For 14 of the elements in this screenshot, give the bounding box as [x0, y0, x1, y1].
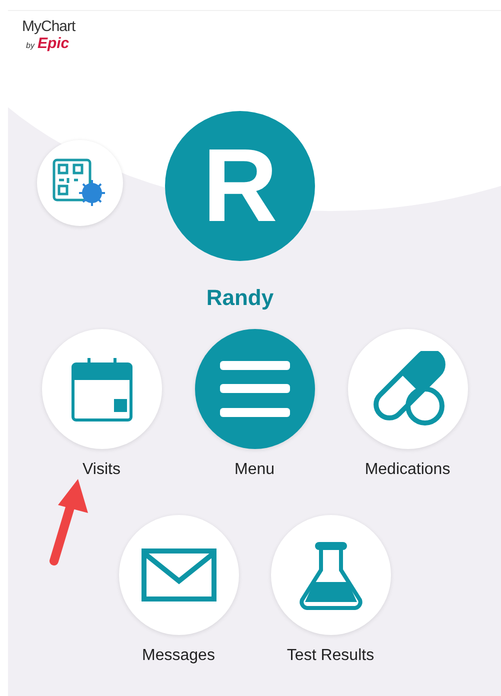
- menu-icon: [220, 359, 290, 419]
- logo-wordmark: MyChart: [22, 19, 76, 35]
- qr-code-virus-icon: [52, 158, 108, 208]
- logo-brand: Epic: [37, 35, 70, 52]
- tile-label[interactable]: Medications: [364, 461, 450, 479]
- tile-label[interactable]: Menu: [234, 461, 275, 479]
- tile-label[interactable]: Messages: [142, 647, 215, 665]
- calendar-icon: [70, 356, 132, 422]
- tile-label[interactable]: Visits: [82, 461, 120, 479]
- envelope-icon: [140, 548, 216, 602]
- flask-icon: [296, 540, 364, 610]
- patient-name: Randy: [206, 285, 274, 311]
- tile-label[interactable]: Test Results: [286, 647, 374, 665]
- logo-by: by: [26, 41, 34, 50]
